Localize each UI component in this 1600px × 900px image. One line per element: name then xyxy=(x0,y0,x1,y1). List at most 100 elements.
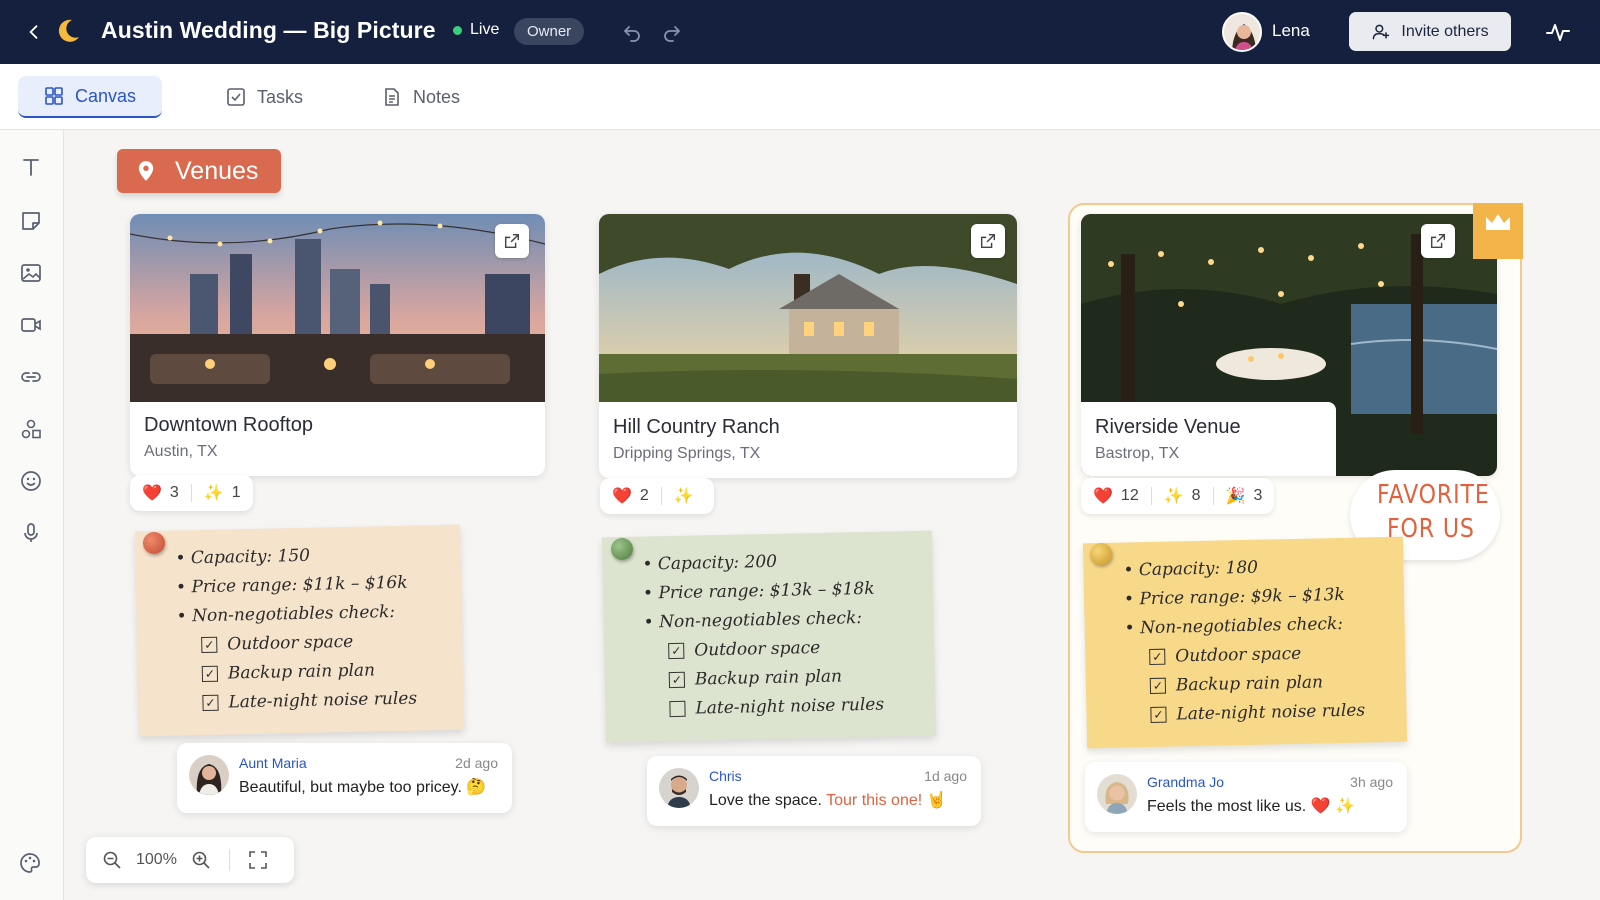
sticky-note[interactable]: Capacity: 180 Price range: $9k – $13k No… xyxy=(1082,536,1408,749)
zoom-control: 100% xyxy=(86,837,294,883)
checkbox-unchecked[interactable] xyxy=(669,700,686,718)
checkbox-checked[interactable]: ✓ xyxy=(201,636,218,654)
heart-reaction-icon[interactable]: ❤️ xyxy=(142,483,162,503)
ranch-photo xyxy=(599,214,1017,402)
commenter-avatar xyxy=(659,768,699,808)
top-bar: Austin Wedding — Big Picture Live Owner … xyxy=(0,0,1600,64)
invite-label: Invite others xyxy=(1401,22,1489,40)
venue-name: Riverside Venue xyxy=(1095,416,1241,438)
checkbox-checked[interactable]: ✓ xyxy=(668,642,685,660)
board-title: Austin Wedding — Big Picture xyxy=(101,17,436,43)
checklist-item: Backup rain plan xyxy=(694,666,843,690)
checkbox-checked[interactable]: ✓ xyxy=(1150,706,1167,723)
image-icon[interactable] xyxy=(18,260,44,286)
sticky-note[interactable]: Capacity: 200 Price range: $13k – $18k N… xyxy=(601,530,937,743)
capacity-line: Capacity: 150 xyxy=(175,543,438,569)
comment-card[interactable]: Chris 1d ago Love the space. Tour this o… xyxy=(647,756,981,826)
open-external-icon[interactable] xyxy=(1421,224,1455,258)
venue-location: Austin, TX xyxy=(144,443,218,460)
document-icon xyxy=(385,88,399,106)
microphone-icon[interactable] xyxy=(18,520,44,546)
palette-icon[interactable] xyxy=(18,851,42,875)
open-external-icon[interactable] xyxy=(495,224,529,258)
green-pin-icon xyxy=(611,538,633,560)
price-line: Price range: $11k – $16k xyxy=(176,572,439,598)
sparkle-reaction-icon[interactable]: ✨ xyxy=(204,483,224,503)
comment-author[interactable]: Grandma Jo xyxy=(1147,774,1224,790)
checkbox-checked[interactable]: ✓ xyxy=(1149,677,1167,694)
activity-icon[interactable] xyxy=(1544,18,1572,46)
comment-card[interactable]: Aunt Maria 2d ago Beautiful, but maybe t… xyxy=(177,743,512,813)
back-chevron-icon[interactable] xyxy=(22,20,46,44)
link-icon[interactable] xyxy=(18,364,44,390)
zoom-in-icon[interactable] xyxy=(191,850,211,870)
comment-author[interactable]: Aunt Maria xyxy=(239,755,307,771)
checkbox-checked[interactable]: ✓ xyxy=(668,671,686,689)
text-tool-icon[interactable] xyxy=(18,154,44,180)
open-external-icon[interactable] xyxy=(971,224,1005,258)
check-title: Non-negotiables check: xyxy=(643,607,911,633)
comment-emoji: 🤘 xyxy=(926,792,947,809)
fullscreen-icon[interactable] xyxy=(248,850,268,870)
venue-card-downtown[interactable]: Downtown Rooftop Austin, TX xyxy=(130,214,545,476)
venue-name: Downtown Rooftop xyxy=(144,414,313,436)
check-title: Non-negotiables check: xyxy=(176,601,439,627)
venue-info-panel xyxy=(1081,402,1336,476)
moon-logo-icon xyxy=(54,17,82,45)
comment-highlight: Tour this one! xyxy=(826,792,923,809)
comment-body: Feels the most like us. xyxy=(1147,798,1307,815)
checkbox-checked[interactable]: ✓ xyxy=(201,665,219,683)
checklist-item: Backup rain plan xyxy=(227,660,376,684)
checkbox-checked[interactable]: ✓ xyxy=(202,694,219,712)
sparkle-count: 8 xyxy=(1191,487,1201,504)
red-pin-icon xyxy=(143,532,165,554)
undo-icon[interactable] xyxy=(620,20,644,44)
zoom-out-icon[interactable] xyxy=(102,850,122,870)
venue-card-riverside[interactable]: Riverside Venue Bastrop, TX xyxy=(1081,214,1497,476)
comment-text: Love the space. Tour this one! 🤘 xyxy=(709,790,947,810)
comment-text: Feels the most like us. ❤️ ✨ xyxy=(1147,796,1355,816)
tab-canvas-label: Canvas xyxy=(75,85,137,106)
checklist-item: Outdoor space xyxy=(694,637,821,661)
live-label: Live xyxy=(470,21,500,38)
comment-body: Beautiful, but maybe too pricey. xyxy=(239,779,462,796)
user-avatar[interactable] xyxy=(1222,12,1262,52)
rooftop-photo xyxy=(130,214,545,402)
comment-author[interactable]: Chris xyxy=(709,768,742,784)
comment-time: 2d ago xyxy=(455,755,498,771)
sparkle-reaction-icon[interactable]: ✨ xyxy=(1164,486,1184,506)
commenter-avatar xyxy=(1097,774,1137,814)
heart-reaction-icon[interactable]: ❤️ xyxy=(612,486,632,506)
invite-button[interactable]: Invite others xyxy=(1349,12,1511,51)
price-line: Price range: $9k – $13k xyxy=(1124,584,1382,609)
sticky-note-icon[interactable] xyxy=(18,208,44,234)
party-count: 3 xyxy=(1253,487,1263,504)
venue-card-ranch[interactable]: Hill Country Ranch Dripping Springs, TX xyxy=(599,214,1017,478)
redo-icon[interactable] xyxy=(660,20,684,44)
tab-notes[interactable]: Notes xyxy=(356,76,486,118)
reaction-bar: ❤️ 3 ✨ 1 xyxy=(130,475,253,511)
check-title: Non-negotiables check: xyxy=(1124,613,1382,638)
comment-emoji: ❤️ ✨ xyxy=(1310,798,1355,815)
heart-reaction-icon[interactable]: ❤️ xyxy=(1093,486,1113,506)
comment-card[interactable]: Grandma Jo 3h ago Feels the most like us… xyxy=(1085,762,1407,832)
checklist-item: Late-night noise rules xyxy=(228,688,418,713)
shapes-icon[interactable] xyxy=(18,416,44,442)
tab-notes-label: Notes xyxy=(413,86,461,107)
reaction-bar: ❤️ 12 ✨ 8 🎉 3 xyxy=(1081,478,1275,514)
sparkle-reaction-icon[interactable]: ✨ xyxy=(674,486,694,506)
heart-count: 3 xyxy=(169,484,179,501)
party-reaction-icon[interactable]: 🎉 xyxy=(1226,486,1246,506)
checkbox-checked[interactable]: ✓ xyxy=(1149,648,1166,666)
heart-count: 2 xyxy=(639,487,649,504)
price-line: Price range: $13k – $18k xyxy=(643,578,911,604)
sparkle-count: 1 xyxy=(231,484,241,501)
sticky-note[interactable]: Capacity: 150 Price range: $11k – $16k N… xyxy=(134,524,465,737)
checklist-item: Outdoor space xyxy=(1175,643,1302,667)
video-icon[interactable] xyxy=(18,312,44,338)
venues-section-label[interactable]: Venues xyxy=(117,149,281,193)
tab-tasks[interactable]: Tasks xyxy=(200,76,329,118)
venues-label-text: Venues xyxy=(175,156,259,185)
tab-canvas[interactable]: Canvas xyxy=(18,76,163,118)
emoji-icon[interactable] xyxy=(18,468,44,494)
